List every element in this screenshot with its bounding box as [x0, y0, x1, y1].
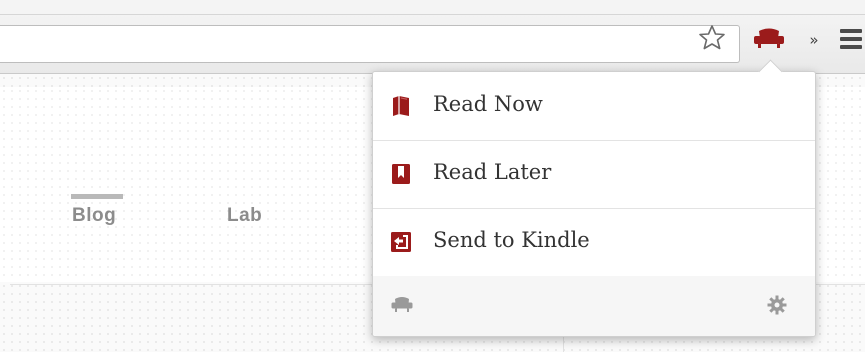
bookmark-icon [390, 163, 412, 185]
menu-item-read-now[interactable]: Read Now [373, 72, 815, 141]
star-outline-icon[interactable] [697, 23, 727, 53]
gear-icon[interactable] [767, 295, 787, 320]
armchair-icon [754, 28, 784, 48]
menu-item-label: Read Later [433, 160, 552, 184]
menu-item-send-to-kindle[interactable]: Send to Kindle [373, 208, 815, 277]
popup-footer [373, 276, 815, 336]
extension-popup: Read Now Read Later Send to Kindle [372, 59, 816, 337]
window-titlebar [0, 0, 865, 15]
address-bar[interactable] [0, 25, 740, 63]
extension-button[interactable] [751, 25, 787, 53]
extensions-overflow-button[interactable]: » [804, 31, 824, 49]
nav-item-blog[interactable]: Blog [72, 205, 116, 227]
armchair-icon[interactable] [390, 295, 414, 320]
book-icon [390, 95, 412, 117]
nav-active-indicator [71, 194, 123, 199]
send-arrow-icon [390, 231, 412, 253]
menu-item-label: Read Now [433, 92, 543, 116]
browser-toolbar: » [0, 15, 865, 74]
nav-item-lab[interactable]: Lab [227, 205, 262, 227]
menu-item-read-later[interactable]: Read Later [373, 140, 815, 209]
hamburger-menu-icon[interactable] [840, 29, 865, 55]
menu-item-label: Send to Kindle [433, 228, 590, 252]
